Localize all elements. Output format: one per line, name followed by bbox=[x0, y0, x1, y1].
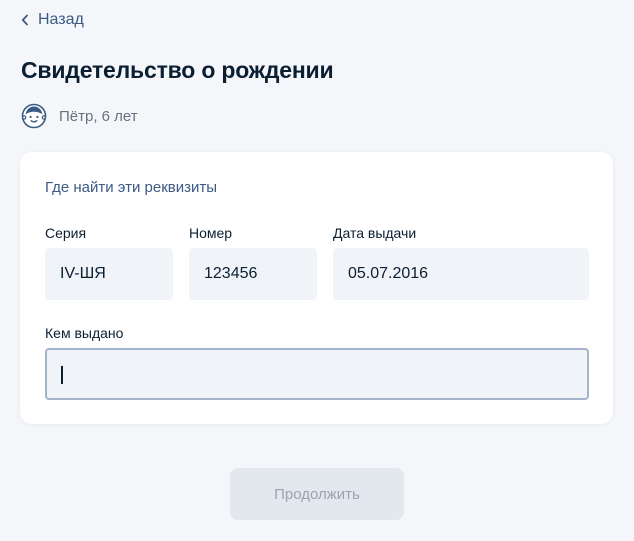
issue-date-field[interactable]: 05.07.2016 bbox=[333, 248, 589, 300]
continue-button[interactable]: Продолжить bbox=[230, 468, 404, 520]
issue-date-label: Дата выдачи bbox=[333, 225, 417, 241]
child-avatar-icon bbox=[21, 103, 47, 129]
page-title: Свидетельство о рождении bbox=[21, 57, 334, 83]
child-info: Пётр, 6 лет bbox=[21, 103, 138, 129]
back-link[interactable]: Назад bbox=[21, 9, 84, 31]
number-field[interactable]: 123456 bbox=[189, 248, 317, 300]
where-to-find-link[interactable]: Где найти эти реквизиты bbox=[45, 179, 217, 196]
text-caret bbox=[61, 366, 63, 384]
issued-by-input[interactable] bbox=[45, 348, 589, 400]
issue-date-value: 05.07.2016 bbox=[348, 265, 429, 282]
number-label: Номер bbox=[189, 225, 233, 241]
certificate-form-card: Где найти эти реквизиты Серия IV-ШЯ Номе… bbox=[20, 152, 613, 424]
back-link-label: Назад bbox=[38, 11, 84, 28]
issued-by-label: Кем выдано bbox=[45, 325, 124, 341]
chevron-left-icon bbox=[21, 14, 29, 26]
series-value: IV-ШЯ bbox=[60, 265, 106, 282]
number-value: 123456 bbox=[204, 265, 258, 282]
series-field[interactable]: IV-ШЯ bbox=[45, 248, 173, 300]
series-label: Серия bbox=[45, 225, 87, 241]
child-name: Пётр, 6 лет bbox=[59, 107, 138, 125]
